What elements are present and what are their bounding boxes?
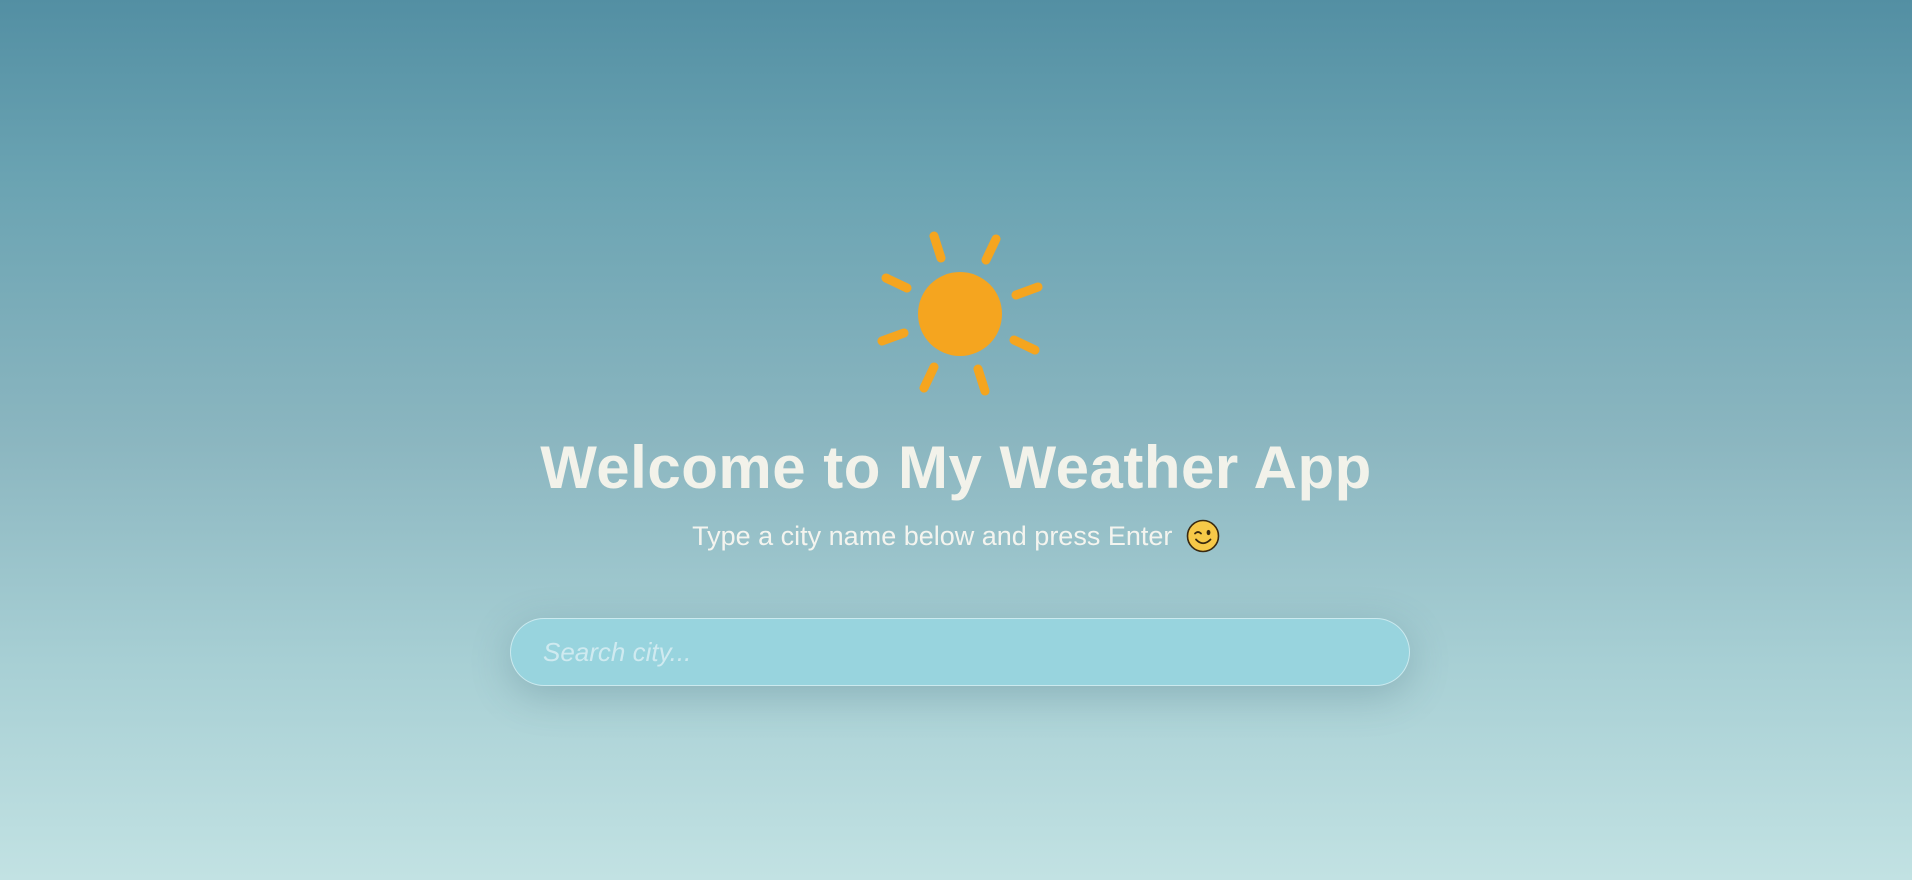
winking-face-icon [1186, 519, 1220, 553]
search-city-input[interactable] [510, 618, 1410, 686]
subtitle-text: Type a city name below and press Enter [692, 521, 1173, 551]
welcome-hero: Welcome to My Weather App Type a city na… [0, 0, 1912, 880]
page-subtitle: Type a city name below and press Enter [0, 518, 1912, 554]
page-title: Welcome to My Weather App [540, 434, 1372, 501]
sun-icon [874, 228, 1046, 400]
